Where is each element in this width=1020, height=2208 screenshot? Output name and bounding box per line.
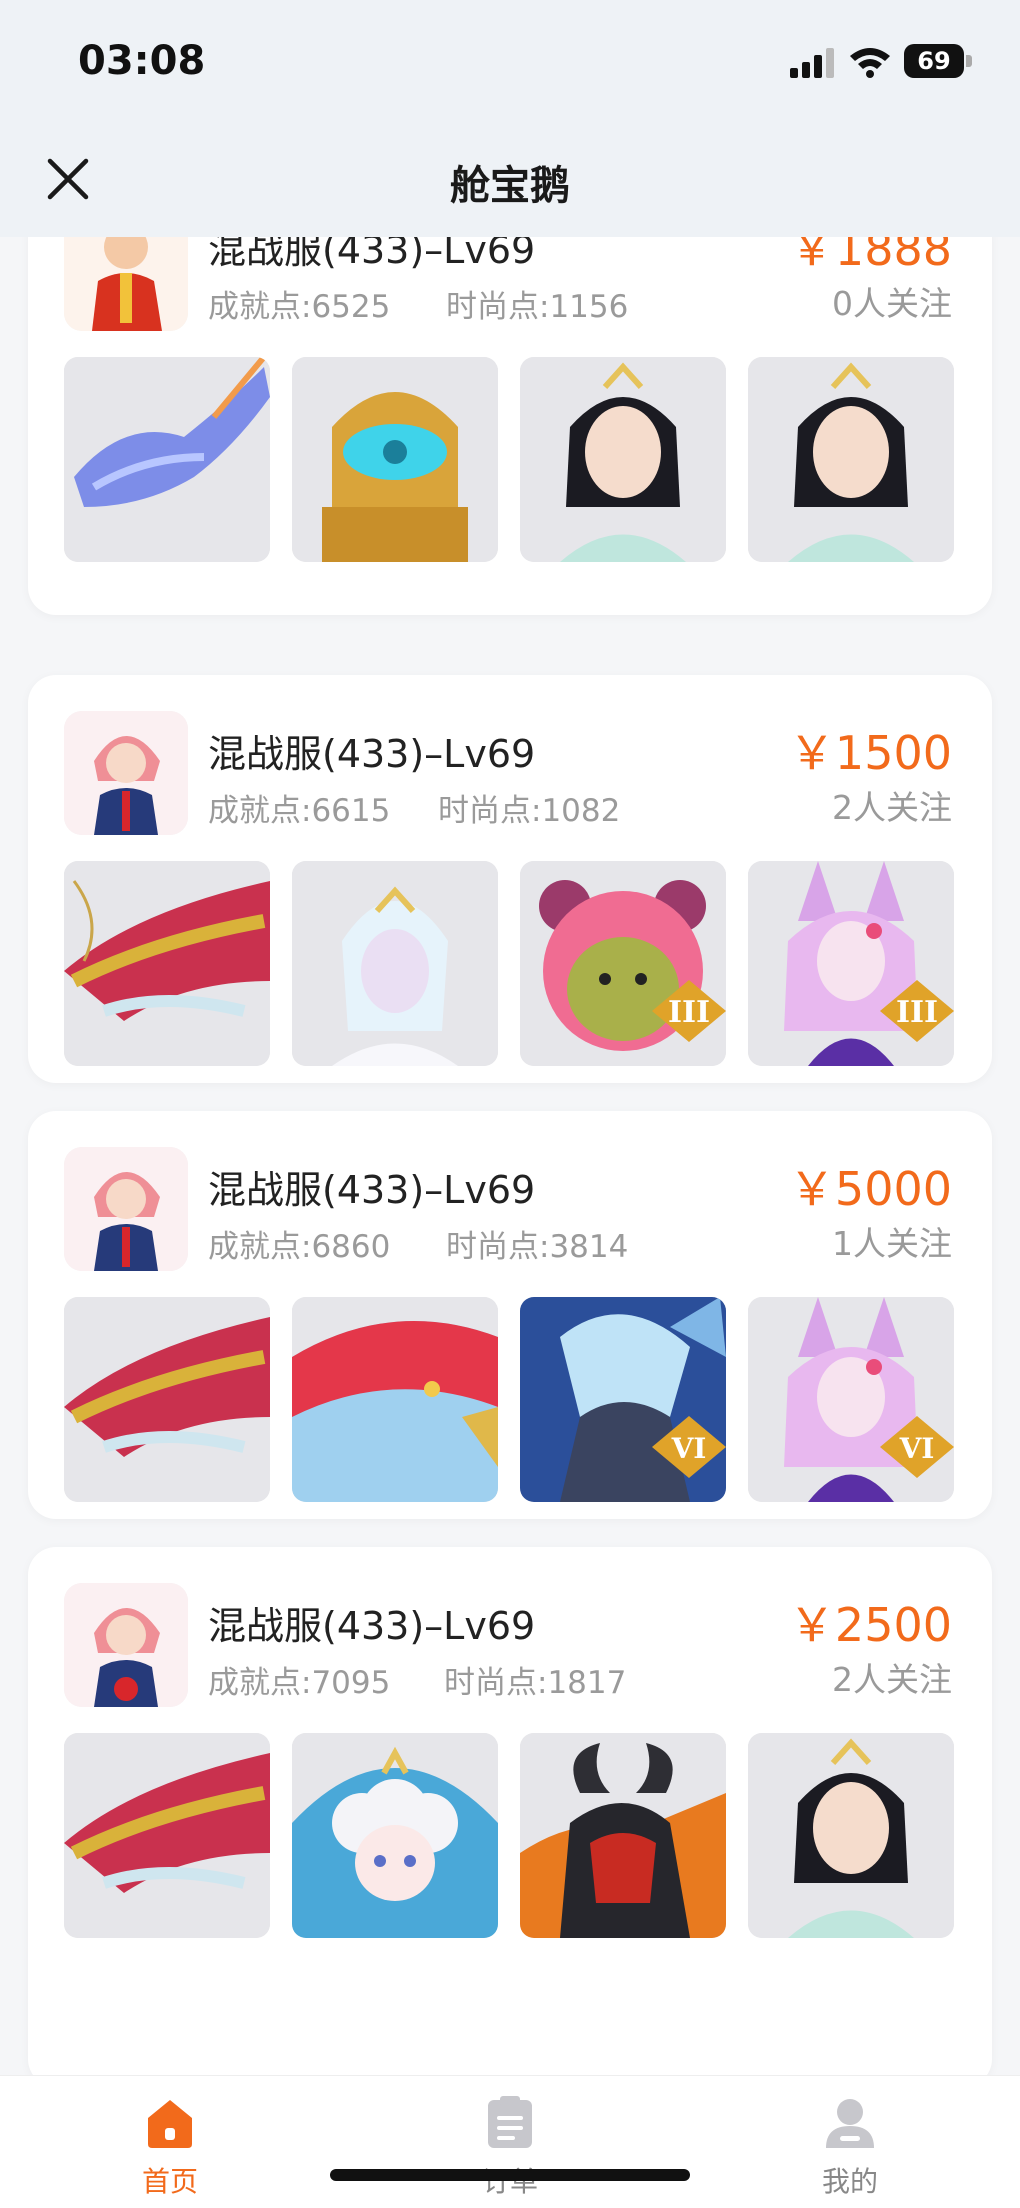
dark-ram-beast-thumbnail[interactable] — [520, 1733, 726, 1938]
rank-badge: III — [880, 980, 954, 1042]
server-level: 混战服(433)–Lv69 — [208, 237, 536, 272]
bottom-tab-bar: 首页 订单 我的 — [0, 2075, 1020, 2208]
avatar — [64, 711, 188, 835]
status-bar: 03:08 69 — [0, 0, 1020, 125]
home-indicator[interactable] — [330, 2169, 690, 2181]
svg-text:III: III — [896, 995, 938, 1030]
fox-spirit-thumbnail[interactable]: VI — [748, 1297, 954, 1502]
red-golden-dragon-thumbnail[interactable] — [64, 861, 270, 1066]
pink-bear-thumbnail[interactable]: III — [520, 861, 726, 1066]
rank-badge: III — [652, 980, 726, 1042]
server-level: 混战服(433)–Lv69 — [208, 1168, 536, 1212]
fox-spirit-thumbnail[interactable]: III — [748, 861, 954, 1066]
blue-dragon-thumbnail[interactable] — [64, 357, 270, 562]
listing-feed[interactable]: 混战服(433)–Lv69 成就点:6525 时尚点:1156 ￥1888 0人… — [0, 237, 1020, 2075]
profile-icon — [826, 2099, 874, 2148]
fashion-points: 时尚点:1156 — [446, 289, 629, 325]
item-thumbnails — [64, 1733, 956, 1938]
golden-throne-thumbnail[interactable] — [292, 357, 498, 562]
tab-orders[interactable]: 订单 — [410, 2076, 610, 2208]
follower-count: 1人关注 — [832, 1224, 952, 1263]
price: ￥1500 — [788, 726, 952, 780]
rank-badge: VI — [652, 1416, 726, 1478]
rank-badge: VI — [880, 1416, 954, 1478]
black-hair-princess-thumbnail[interactable] — [748, 357, 954, 562]
follower-count: 2人关注 — [832, 1660, 952, 1699]
listing-card[interactable]: 混战服(433)–Lv69 成就点:6860 时尚点:3814 ￥5000 1人… — [28, 1111, 992, 1519]
svg-text:III: III — [668, 995, 710, 1030]
red-golden-dragon-thumbnail[interactable] — [64, 1733, 270, 1938]
price: ￥5000 — [788, 1162, 952, 1216]
listing-card[interactable]: 混战服(433)–Lv69 成就点:7095 时尚点:1817 ￥2500 2人… — [28, 1547, 992, 2075]
signal-icon — [790, 48, 834, 78]
avatar — [64, 1147, 188, 1271]
listing-card[interactable]: 混战服(433)–Lv69 成就点:6615 时尚点:1082 ￥1500 2人… — [28, 675, 992, 1083]
item-thumbnails — [64, 357, 956, 562]
battery-icon: 69 — [904, 44, 974, 80]
price: ￥1888 — [788, 237, 952, 276]
svg-text:VI: VI — [671, 1432, 707, 1465]
home-icon — [148, 2100, 192, 2148]
tab-profile[interactable]: 我的 — [750, 2076, 950, 2208]
tab-label: 我的 — [821, 2165, 878, 2198]
battery-level: 69 — [917, 47, 951, 75]
wifi-icon — [850, 48, 890, 78]
ice-dragon-knight-thumbnail[interactable]: VI — [520, 1297, 726, 1502]
server-level: 混战服(433)–Lv69 — [208, 1604, 536, 1648]
fashion-points: 时尚点:3814 — [446, 1229, 629, 1265]
page-title: 舱宝鹅 — [450, 163, 570, 209]
achievement-points: 成就点:6615 — [208, 793, 391, 829]
avatar — [64, 237, 188, 331]
white-hair-fairy-thumbnail[interactable] — [292, 861, 498, 1066]
price: ￥2500 — [788, 1598, 952, 1652]
order-icon — [488, 2096, 532, 2148]
red-golden-dragon-thumbnail[interactable] — [64, 1297, 270, 1502]
status-time: 03:08 — [78, 38, 206, 84]
fashion-points: 时尚点:1082 — [438, 793, 621, 829]
red-fish-mount-thumbnail[interactable] — [292, 1297, 498, 1502]
nav-bar: 舱宝鹅 — [0, 125, 1020, 237]
server-level: 混战服(433)–Lv69 — [208, 732, 536, 776]
achievement-points: 成就点:6525 — [208, 289, 391, 325]
black-hair-princess-thumbnail[interactable] — [748, 1733, 954, 1938]
cloud-spirit-thumbnail[interactable] — [292, 1733, 498, 1938]
svg-text:VI: VI — [899, 1432, 935, 1465]
achievement-points: 成就点:6860 — [208, 1229, 391, 1265]
follower-count: 2人关注 — [832, 788, 952, 827]
tab-label: 首页 — [141, 2165, 198, 2198]
fashion-points: 时尚点:1817 — [444, 1665, 627, 1701]
listing-card[interactable]: 混战服(433)–Lv69 成就点:6525 时尚点:1156 ￥1888 0人… — [28, 237, 992, 615]
item-thumbnails: III III — [64, 861, 956, 1066]
follower-count: 0人关注 — [832, 284, 952, 323]
achievement-points: 成就点:7095 — [208, 1665, 391, 1701]
black-hair-princess-thumbnail[interactable] — [520, 357, 726, 562]
item-thumbnails: VI VI — [64, 1297, 956, 1502]
avatar — [64, 1583, 188, 1707]
tab-home[interactable]: 首页 — [70, 2076, 270, 2208]
